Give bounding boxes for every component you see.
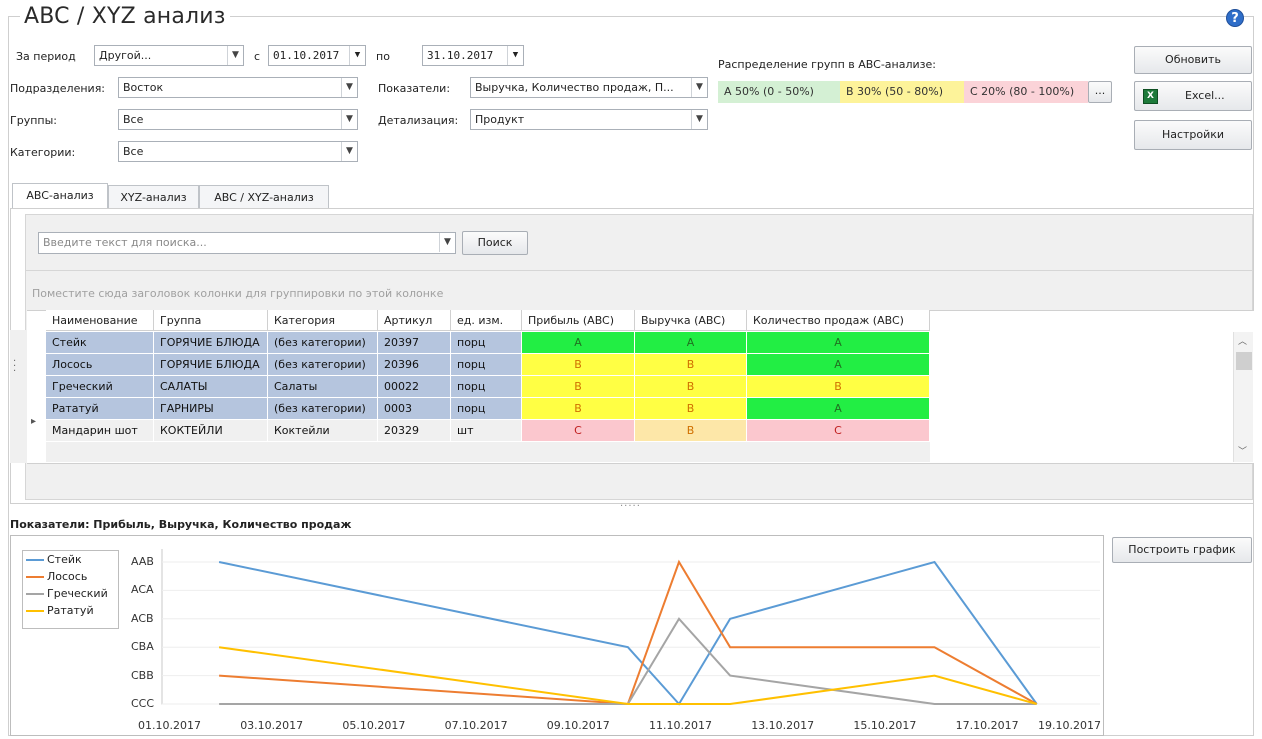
y-tick-label: CBB (131, 668, 154, 682)
series-line-3 (219, 617, 1037, 705)
x-tick-label: 05.10.2017 (342, 719, 406, 732)
x-tick-label: 03.10.2017 (240, 719, 304, 732)
line-chart (161, 549, 1100, 706)
y-tick-label: CCC (131, 697, 155, 710)
y-tick-label: AAB (131, 555, 154, 568)
legend-label: Лосось (47, 570, 88, 583)
legend-item: Стейк (26, 553, 82, 567)
legend-label: Греческий (47, 587, 108, 600)
legend-swatch (26, 576, 44, 578)
x-tick-label: 15.10.2017 (853, 719, 917, 732)
x-tick-label: 09.10.2017 (546, 719, 610, 732)
x-tick-label: 19.10.2017 (1038, 719, 1101, 732)
x-tick-label: 11.10.2017 (649, 719, 712, 732)
series-line-2 (219, 559, 1038, 706)
y-tick-label: ACA (131, 583, 154, 597)
x-tick-label: 17.10.2017 (955, 719, 1019, 732)
legend-label: Рататуй (47, 604, 94, 617)
legend-swatch (26, 559, 44, 561)
y-tick-label: ACB (131, 611, 154, 625)
legend-item: Лосось (26, 570, 87, 584)
legend-swatch (26, 593, 44, 595)
x-tick-label: 01.10.2017 (138, 719, 201, 732)
x-tick-label: 07.10.2017 (444, 719, 508, 732)
legend-swatch (26, 610, 44, 612)
series-line-1 (218, 560, 1038, 706)
legend-item: Рататуй (26, 604, 94, 618)
x-tick-label: 13.10.2017 (751, 719, 815, 732)
y-tick-label: CBA (131, 640, 154, 654)
legend-item: Греческий (26, 587, 108, 601)
legend-label: Стейк (47, 553, 82, 566)
